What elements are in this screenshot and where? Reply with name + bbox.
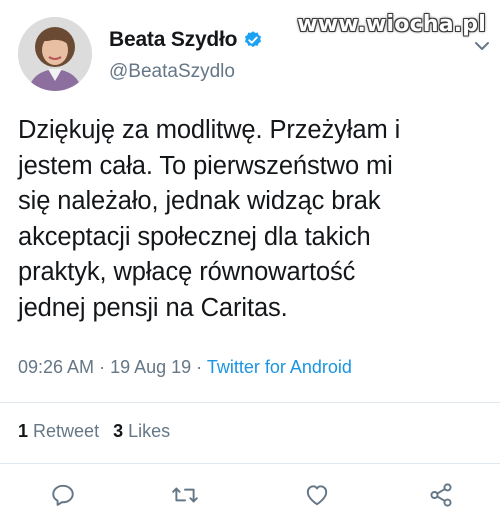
tweet-text-line: jednej pensji na Caritas. [18,293,288,322]
tweet-source-link[interactable]: Twitter for Android [207,357,352,377]
tweet-text-line: akceptacji społecznej dla takich [18,222,371,251]
retweet-icon [172,487,198,503]
tweet-date: 19 Aug 19 [110,357,192,377]
tweet-card: Beata Szydło @BeataSzydlo www.wiocha.pl … [0,0,500,525]
tweet-time: 09:26 AM [18,357,95,377]
reply-button[interactable] [48,480,78,510]
meta-separator: · [191,357,207,377]
tweet-text: Dziękuję za modlitwę. Przeżyłam i jestem… [18,113,493,326]
verified-badge-icon [243,30,263,50]
heart-icon [306,485,328,506]
like-button[interactable] [302,480,332,510]
tweet-text-line: się należało, jednak widząc brak [18,187,381,215]
tweet-text-line: Dziękuję za modlitwę. Przeżyłam i [18,116,401,144]
reply-icon [52,484,74,506]
share-icon [430,483,452,507]
divider [0,463,500,464]
tweet-meta: 09:26 AM · 19 Aug 19 · Twitter for Andro… [18,357,352,378]
name-row: Beata Szydło [109,28,263,52]
likes-label: Likes [128,421,171,441]
watermark: www.wiocha.pl [297,12,486,37]
retweets-count: 1 [18,421,29,441]
tweet-text-line: praktyk, wpłacę równowartość [18,258,356,286]
profile-photo-icon [18,17,92,91]
tweet-stats: 1 Retweet 3 Likes [18,421,170,442]
tweet-text-line: jestem cała. To pierwszeństwo mi [18,151,393,180]
display-name[interactable]: Beata Szydło [109,28,238,52]
meta-separator: · [94,357,111,377]
chevron-down-icon[interactable] [474,38,490,50]
likes-stat[interactable]: 3 Likes [113,421,170,441]
share-button[interactable] [426,480,456,510]
user-handle[interactable]: @BeataSzydlo [109,61,235,83]
retweets-stat[interactable]: 1 Retweet [18,421,99,441]
divider [0,402,500,403]
avatar[interactable] [18,17,92,91]
retweet-button[interactable] [170,480,200,510]
likes-count: 3 [113,421,124,441]
retweets-label: Retweet [33,421,100,441]
